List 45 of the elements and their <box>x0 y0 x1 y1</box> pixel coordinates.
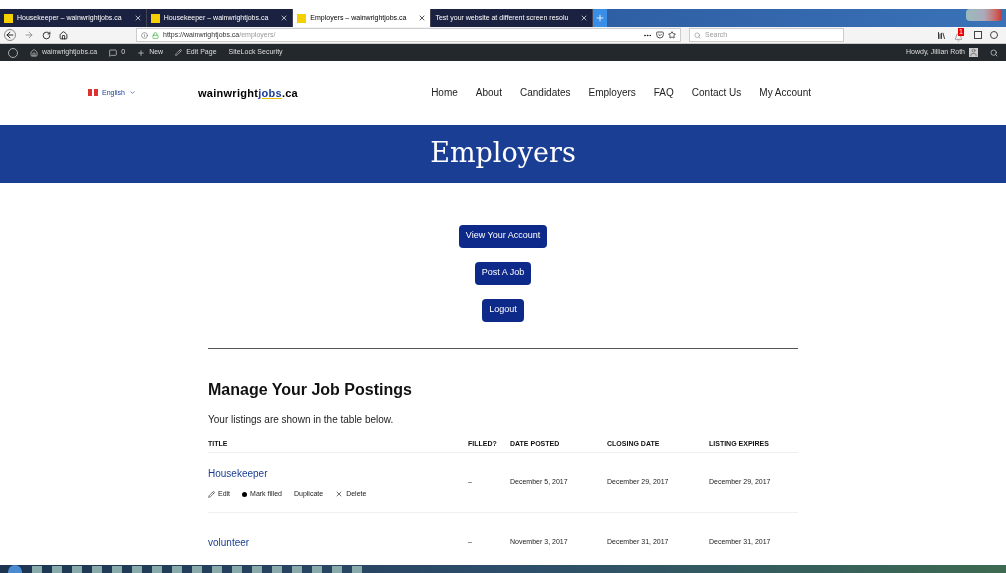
nav-link[interactable]: FAQ <box>653 85 674 101</box>
lock-icon <box>152 31 159 39</box>
nav-link[interactable]: About <box>475 85 502 101</box>
bell-icon <box>954 33 963 43</box>
nav-link[interactable]: My Account <box>759 85 811 101</box>
page-title: Employers <box>430 136 576 171</box>
nav-link[interactable]: Contact Us <box>691 85 742 101</box>
nav-link[interactable]: Home <box>431 85 458 101</box>
job-title-link[interactable]: volunteer <box>208 535 468 550</box>
reload-button[interactable] <box>42 30 51 40</box>
search-icon[interactable] <box>990 48 998 57</box>
library-icon[interactable] <box>937 30 946 40</box>
site-logo[interactable]: wainwrightjobs.ca <box>197 84 298 102</box>
plus-icon <box>137 48 146 57</box>
intro-text: Your listings are shown in the table below. <box>208 412 395 427</box>
close-icon <box>335 490 344 498</box>
screenshot-icon[interactable] <box>974 31 982 40</box>
favicon-icon <box>150 13 160 23</box>
pencil-icon <box>208 490 215 498</box>
action-button[interactable]: Logout <box>482 298 524 322</box>
action-button[interactable]: Post A Job <box>474 261 532 285</box>
search-icon <box>694 31 701 39</box>
comment-icon <box>109 48 118 57</box>
star-icon[interactable] <box>668 31 676 40</box>
close-icon[interactable] <box>133 14 142 23</box>
close-icon[interactable] <box>580 14 589 23</box>
section-heading: Manage Your Job Postings <box>208 379 413 400</box>
nav-link[interactable]: Candidates <box>519 85 571 101</box>
flag-icon <box>88 89 98 97</box>
avatar-icon <box>969 48 978 58</box>
plus-icon <box>595 13 606 24</box>
nav-link[interactable]: Employers <box>588 85 636 101</box>
favicon-icon <box>4 13 13 23</box>
job-title-link[interactable]: Housekeeper <box>208 465 468 481</box>
caret-icon <box>128 89 136 97</box>
close-icon[interactable] <box>280 14 289 23</box>
close-icon[interactable] <box>418 14 427 23</box>
new-tab-button[interactable] <box>593 9 608 28</box>
pocket-icon[interactable] <box>656 31 664 40</box>
pencil-icon <box>175 49 183 57</box>
favicon-icon <box>297 13 307 23</box>
home-button[interactable] <box>59 30 68 40</box>
info-icon <box>141 31 148 39</box>
action-button[interactable]: View Your Account <box>458 224 548 248</box>
house-icon <box>30 48 38 57</box>
